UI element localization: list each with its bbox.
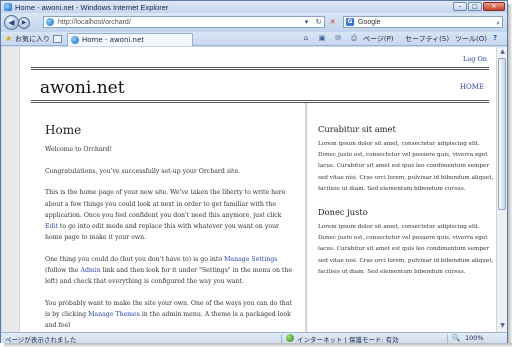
congrats-text: Congratulations, you've successfully set… <box>45 167 241 175</box>
ie-logo-icon <box>4 3 12 11</box>
page-favicon-icon <box>46 18 54 26</box>
tab-favicon-icon <box>71 36 79 44</box>
window-shadow-right <box>508 4 512 347</box>
themes-paragraph: You probably want to make the site your … <box>45 300 292 330</box>
browser-window: Home - awoni.net - Windows Internet Expl… <box>0 0 508 344</box>
status-divider <box>281 334 282 343</box>
minimize-button[interactable]: – <box>453 2 467 11</box>
url-text: http://localhost/orchard/ <box>58 18 131 26</box>
favorites-button[interactable]: お気に入り <box>15 34 50 44</box>
site-title[interactable]: awoni.net <box>40 78 125 98</box>
status-bar: ページが表示されました インターネット | 保護モード: 有効 🔍 100% <box>1 332 507 344</box>
page-menu[interactable]: ページ(P) <box>363 34 394 44</box>
intro-paragraph: This is the home page of your new site. … <box>45 189 286 242</box>
forward-arrow-icon: ▶ <box>21 19 27 26</box>
window-controls: – □ ✕ <box>453 2 505 11</box>
tools-menu[interactable]: ツール(O) <box>455 34 487 44</box>
header-rule-bottom <box>31 100 489 101</box>
edit-link[interactable]: Edit <box>45 223 58 230</box>
window-title: Home - awoni.net - Windows Internet Expl… <box>15 2 169 12</box>
internet-zone-icon <box>286 334 294 342</box>
url-field[interactable]: http://localhost/orchard/ <box>43 16 325 28</box>
forward-button[interactable]: ▶ <box>18 17 30 29</box>
refresh-icon[interactable]: ↻ <box>313 16 324 28</box>
tab-bar: ★ お気に入り Home - awoni.net ⌂ ▣ ✉ ⎙ ページ(P) … <box>1 32 507 46</box>
google-logo-icon: G <box>346 18 354 26</box>
maximize-button[interactable]: □ <box>468 2 482 11</box>
log-on-link[interactable]: Log On <box>463 55 487 63</box>
page-viewport: Log On awoni.net HOME Home Welcome to Or… <box>2 47 496 332</box>
home-icon[interactable]: ⌂ <box>301 34 311 43</box>
search-magnifier-icon[interactable]: ⌕ <box>496 19 500 28</box>
search-engine-label: Google <box>358 18 381 26</box>
admin-link[interactable]: Admin <box>80 267 100 274</box>
column-separator <box>305 103 308 332</box>
tab-home[interactable]: Home - awoni.net <box>67 33 193 46</box>
search-input[interactable]: G Google ⌕ <box>343 16 503 28</box>
zoom-level[interactable]: 100% <box>465 334 484 342</box>
tab-title: Home - awoni.net <box>82 36 145 44</box>
favorites-star-icon[interactable]: ★ <box>5 34 12 43</box>
sidebar-heading-2: Donec justo <box>318 207 368 218</box>
zoom-icon[interactable]: 🔍 <box>451 334 461 343</box>
manage-themes-link[interactable]: Manage Themes <box>88 311 140 318</box>
web-page: Log On awoni.net HOME Home Welcome to Or… <box>19 47 496 332</box>
mail-icon[interactable]: ✉ <box>333 34 343 43</box>
stop-icon[interactable]: ✕ <box>327 16 338 28</box>
sidebar-text-1: Lorem ipsum dolor sit amet, consectetur … <box>318 141 494 192</box>
print-icon[interactable]: ⎙ <box>349 34 359 43</box>
sidebar-heading-1: Curabitur sit amet <box>318 124 396 134</box>
nav-home-link[interactable]: HOME <box>460 83 484 91</box>
feeds-icon[interactable]: ▣ <box>317 34 327 43</box>
quick-tabs-icon[interactable] <box>53 35 62 43</box>
sidebar-content: Curabitur sit amet Lorem ipsum dolor sit… <box>318 124 494 290</box>
help-menu[interactable]: ? <box>493 34 497 42</box>
scrollbar-thumb[interactable] <box>498 58 506 210</box>
window-shadow-bottom <box>4 343 512 347</box>
scroll-down-icon[interactable]: ▼ <box>498 321 507 331</box>
header-rule-top <box>31 67 489 68</box>
back-arrow-icon: ◀ <box>8 18 15 27</box>
scroll-up-icon[interactable]: ▲ <box>498 47 507 57</box>
close-button[interactable]: ✕ <box>483 2 505 11</box>
welcome-text: Welcome to Orchard! <box>45 146 112 153</box>
dropdown-icon[interactable]: ▾ <box>301 16 312 28</box>
sidebar-text-2: Lorem ipsum dolor sit amet, consectetur … <box>318 224 494 275</box>
safety-menu[interactable]: セーフティ(S) <box>405 34 449 44</box>
status-divider-2 <box>447 334 448 343</box>
back-button[interactable]: ◀ <box>4 15 19 30</box>
header-rule-bottom-2 <box>31 102 489 103</box>
settings-paragraph: One thing you could do (but you don't ha… <box>45 255 293 286</box>
page-heading: Home <box>45 123 82 137</box>
address-bar: ◀ ▶ http://localhost/orchard/ ▾ ↻ ✕ G Go… <box>1 13 507 32</box>
main-content: Home Welcome to Orchard! Congratulations… <box>45 123 295 332</box>
title-bar: Home - awoni.net - Windows Internet Expl… <box>1 1 507 13</box>
manage-settings-link[interactable]: Manage Settings <box>224 256 277 263</box>
header-rule-top-2 <box>31 69 489 70</box>
vertical-scrollbar[interactable]: ▲ ▼ <box>496 47 507 332</box>
